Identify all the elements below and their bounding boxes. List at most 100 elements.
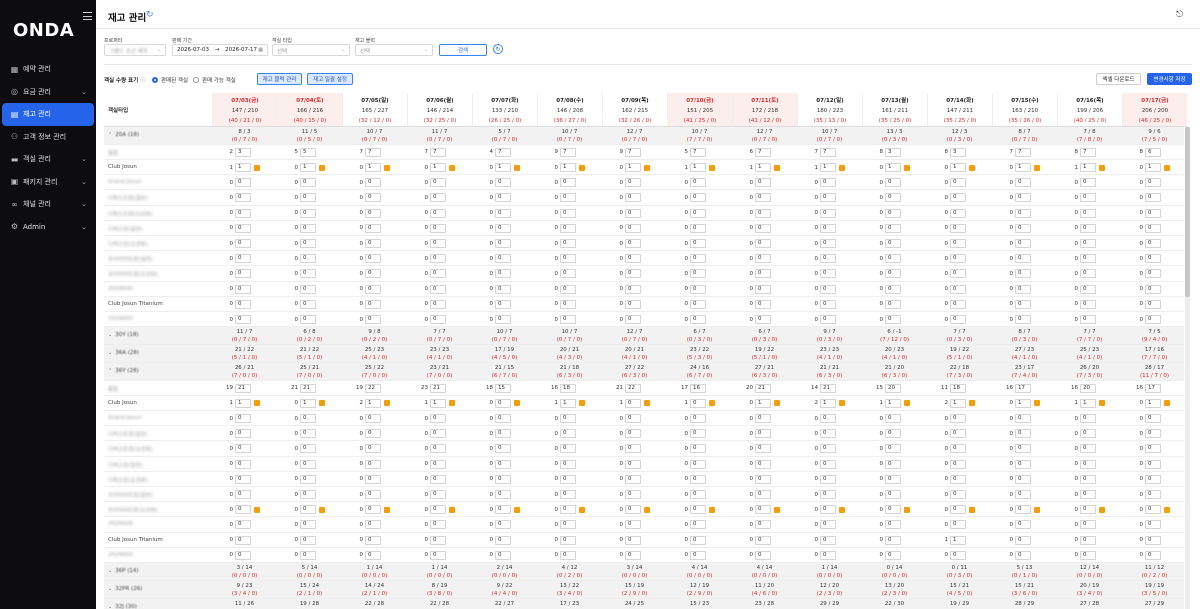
- stock-input[interactable]: 0: [495, 474, 511, 484]
- stock-input[interactable]: 0: [950, 193, 966, 203]
- stock-input[interactable]: 0: [1145, 490, 1161, 499]
- stock-input[interactable]: 0: [560, 254, 576, 264]
- stock-input[interactable]: 0: [950, 474, 966, 484]
- stock-input[interactable]: 0: [235, 490, 251, 499]
- stock-input[interactable]: 0: [1015, 505, 1031, 515]
- stock-input[interactable]: 0: [495, 315, 511, 324]
- stock-input[interactable]: 3: [885, 147, 901, 157]
- stock-input[interactable]: 0: [690, 208, 706, 218]
- stock-input[interactable]: 16: [690, 383, 706, 393]
- stock-input[interactable]: 1: [430, 163, 446, 172]
- stock-input[interactable]: 0: [235, 208, 251, 218]
- stock-input[interactable]: 0: [495, 535, 511, 545]
- stock-input[interactable]: 0: [495, 193, 511, 203]
- stock-input[interactable]: 1: [560, 163, 576, 172]
- stock-input[interactable]: 0: [690, 398, 706, 408]
- stock-input[interactable]: 0: [820, 550, 836, 560]
- stock-input[interactable]: 1: [560, 398, 576, 408]
- stock-input[interactable]: 0: [950, 269, 966, 279]
- chevron-up-icon[interactable]: ⌃: [108, 368, 112, 374]
- stock-input[interactable]: 0: [625, 398, 641, 408]
- stock-input[interactable]: 0: [235, 505, 251, 515]
- stock-input[interactable]: 0: [560, 193, 576, 203]
- chevron-up-icon[interactable]: ⌃: [108, 132, 112, 138]
- stock-input[interactable]: 0: [235, 474, 251, 484]
- excel-download-button[interactable]: 엑셀 다운로드: [1096, 73, 1141, 85]
- stock-input[interactable]: 0: [1080, 474, 1096, 484]
- stock-input[interactable]: 0: [950, 284, 966, 294]
- stock-input[interactable]: 0: [235, 299, 251, 309]
- block-flag-icon[interactable]: [514, 506, 520, 513]
- stock-input[interactable]: 0: [950, 254, 966, 264]
- stock-input[interactable]: 0: [1015, 490, 1031, 499]
- stock-input[interactable]: 3: [950, 147, 966, 157]
- stock-input[interactable]: 0: [820, 239, 836, 248]
- stock-input[interactable]: 0: [235, 520, 251, 530]
- sidebar-item-customer[interactable]: ⚇ 고객 정보 관리: [0, 126, 96, 149]
- stock-input[interactable]: 0: [560, 223, 576, 233]
- stock-input[interactable]: 0: [430, 254, 446, 264]
- date-range-picker[interactable]: 2026-07-03 → 2026-07-17 ▦: [172, 44, 268, 56]
- stock-input[interactable]: 0: [1015, 223, 1031, 233]
- stock-input[interactable]: 0: [885, 269, 901, 279]
- bulk-set-button[interactable]: 재고 일괄 설정: [307, 73, 353, 85]
- stock-input[interactable]: 0: [690, 239, 706, 248]
- stock-input[interactable]: 0: [755, 550, 771, 560]
- date-column-header[interactable]: 07/05(일) 165 / 227 (32 / 12 / 0): [342, 93, 407, 127]
- stock-input[interactable]: 0: [430, 315, 446, 324]
- stock-input[interactable]: 0: [300, 550, 316, 560]
- stock-input[interactable]: 1: [625, 163, 641, 172]
- stock-input[interactable]: 1: [430, 398, 446, 408]
- block-flag-icon[interactable]: [839, 400, 845, 407]
- stock-input[interactable]: 0: [1145, 269, 1161, 279]
- chevron-down-icon[interactable]: ⌄: [108, 586, 112, 592]
- stock-input[interactable]: 0: [1145, 414, 1161, 423]
- onda-logo[interactable]: ONDA: [13, 20, 74, 41]
- stock-input[interactable]: 0: [625, 414, 641, 423]
- stock-input[interactable]: 0: [365, 490, 381, 499]
- stock-input[interactable]: 0: [365, 474, 381, 484]
- block-flag-icon[interactable]: [514, 164, 520, 171]
- stock-input[interactable]: 0: [690, 505, 706, 515]
- stock-input[interactable]: 0: [625, 284, 641, 294]
- block-flag-icon[interactable]: [1099, 400, 1105, 407]
- stock-input[interactable]: 0: [1080, 193, 1096, 203]
- block-flag-icon[interactable]: [579, 400, 585, 407]
- stock-input[interactable]: 7: [560, 147, 576, 157]
- date-column-header[interactable]: 07/08(수) 146 / 208 (36 / 27 / 0): [537, 93, 602, 127]
- stock-input[interactable]: 0: [300, 490, 316, 499]
- stock-input[interactable]: 0: [950, 414, 966, 423]
- stock-input[interactable]: 5: [300, 147, 316, 157]
- stock-input[interactable]: 0: [300, 505, 316, 515]
- stock-input[interactable]: 0: [885, 254, 901, 264]
- block-flag-icon[interactable]: [254, 400, 260, 407]
- stock-input[interactable]: 17: [1145, 383, 1161, 393]
- date-column-header[interactable]: 07/09(목) 162 / 215 (32 / 26 / 0): [602, 93, 667, 127]
- stock-input[interactable]: 0: [365, 429, 381, 439]
- stock-input[interactable]: 0: [1080, 550, 1096, 560]
- stock-input[interactable]: 0: [300, 444, 316, 454]
- block-flag-icon[interactable]: [384, 400, 390, 407]
- stock-input[interactable]: 0: [690, 254, 706, 264]
- stock-input[interactable]: 0: [1080, 459, 1096, 469]
- stock-input[interactable]: 0: [755, 269, 771, 279]
- stock-input[interactable]: 1: [820, 398, 836, 408]
- stock-input[interactable]: 0: [820, 444, 836, 454]
- block-flag-icon[interactable]: [1164, 164, 1170, 171]
- block-flag-icon[interactable]: [709, 506, 715, 513]
- date-column-header[interactable]: 07/07(화) 133 / 210 (26 / 25 / 0): [472, 93, 537, 127]
- stock-input[interactable]: 1: [235, 398, 251, 408]
- stock-input[interactable]: 0: [755, 459, 771, 469]
- stock-input[interactable]: 0: [625, 178, 641, 188]
- block-flag-icon[interactable]: [904, 164, 910, 171]
- stock-input[interactable]: 0: [885, 208, 901, 218]
- stock-input[interactable]: 0: [300, 315, 316, 324]
- stock-input[interactable]: 0: [820, 474, 836, 484]
- stock-input[interactable]: 0: [300, 474, 316, 484]
- date-column-header[interactable]: 07/14(화) 147 / 211 (35 / 25 / 0): [927, 93, 992, 127]
- block-flag-icon[interactable]: [1034, 400, 1040, 407]
- stock-input[interactable]: 1: [235, 163, 251, 172]
- stock-input[interactable]: 0: [365, 550, 381, 560]
- stock-input[interactable]: 0: [885, 414, 901, 423]
- stock-input[interactable]: 0: [625, 429, 641, 439]
